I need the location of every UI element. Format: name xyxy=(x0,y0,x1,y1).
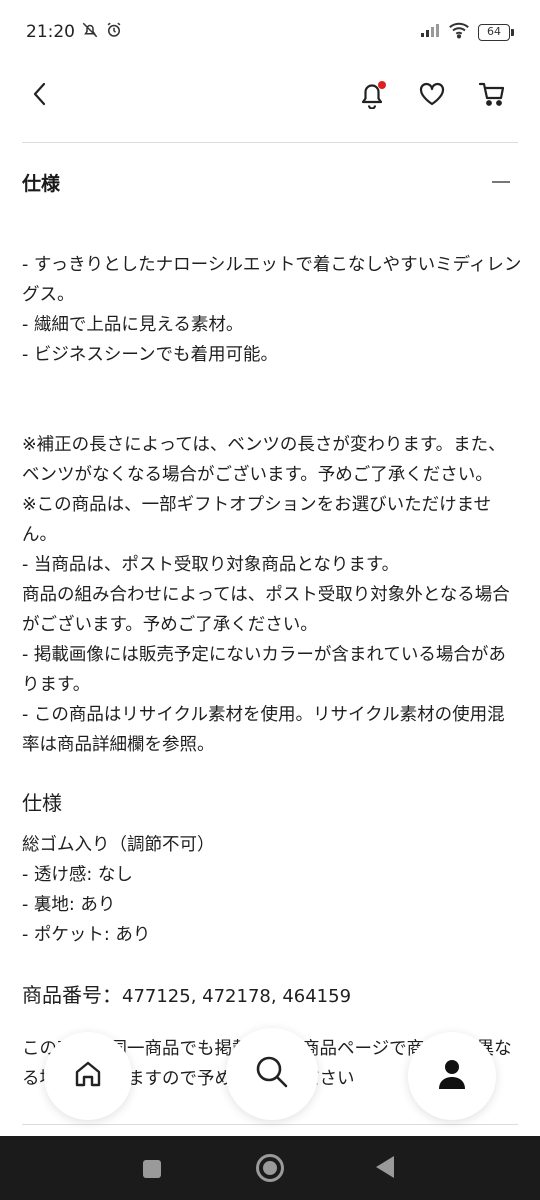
spec-title: 仕様 xyxy=(22,791,62,815)
user-icon xyxy=(437,1058,467,1094)
notification-dot xyxy=(378,81,386,89)
product-number-label: 商品番号： xyxy=(22,983,122,1007)
notifications-button[interactable] xyxy=(352,76,392,116)
system-back-icon[interactable] xyxy=(376,1156,394,1178)
cart-icon xyxy=(478,80,506,112)
status-right: 64 xyxy=(420,21,514,44)
battery-icon: 64 xyxy=(478,23,514,41)
header-divider xyxy=(22,142,518,143)
account-button[interactable] xyxy=(408,1032,496,1120)
cart-button[interactable] xyxy=(472,76,512,116)
product-number: 商品番号：477125, 472178, 464159 xyxy=(22,980,522,1012)
product-number-values: 477125, 472178, 464159 xyxy=(122,986,352,1007)
search-button[interactable] xyxy=(226,1028,318,1120)
spec-section-toggle[interactable]: 仕様 xyxy=(22,160,518,204)
content-bottom-divider xyxy=(22,1124,518,1125)
home-button[interactable] xyxy=(44,1032,132,1120)
heart-icon xyxy=(418,81,446,111)
alarm-icon xyxy=(105,21,123,44)
product-notes: ※補正の長さによっては、ベンツの長さが変わります。また、ベンツがなくなる場合がご… xyxy=(22,435,510,755)
section-title: 仕様 xyxy=(22,172,61,195)
home-icon xyxy=(72,1058,104,1094)
feature-bullets: - すっきりとしたナローシルエットで着こなしやすいミディレングス。 - 繊細で上… xyxy=(22,255,522,365)
status-time: 21:20 xyxy=(26,22,75,42)
spec-body: 総ゴム入り（調節不可） - 透け感: なし - 裏地: あり - ポケット: あ… xyxy=(22,835,215,945)
recents-icon[interactable] xyxy=(143,1160,161,1178)
collapse-minus-icon xyxy=(492,181,510,183)
back-button[interactable] xyxy=(22,78,58,114)
status-left: 21:20 xyxy=(26,21,123,44)
favorites-button[interactable] xyxy=(412,76,452,116)
description-content: - すっきりとしたナローシルエットで着こなしやすいミディレングス。 - 繊細で上… xyxy=(22,250,522,1094)
search-icon xyxy=(253,1053,291,1095)
signal-icon xyxy=(420,22,440,43)
back-chevron-icon xyxy=(29,81,51,111)
status-bar: 21:20 64 xyxy=(0,0,540,64)
android-nav-bar xyxy=(0,1136,540,1200)
battery-level: 64 xyxy=(478,23,510,41)
wifi-icon xyxy=(448,21,470,44)
app-header xyxy=(0,64,540,124)
system-home-icon[interactable] xyxy=(256,1154,284,1182)
mute-bell-icon xyxy=(81,21,99,44)
